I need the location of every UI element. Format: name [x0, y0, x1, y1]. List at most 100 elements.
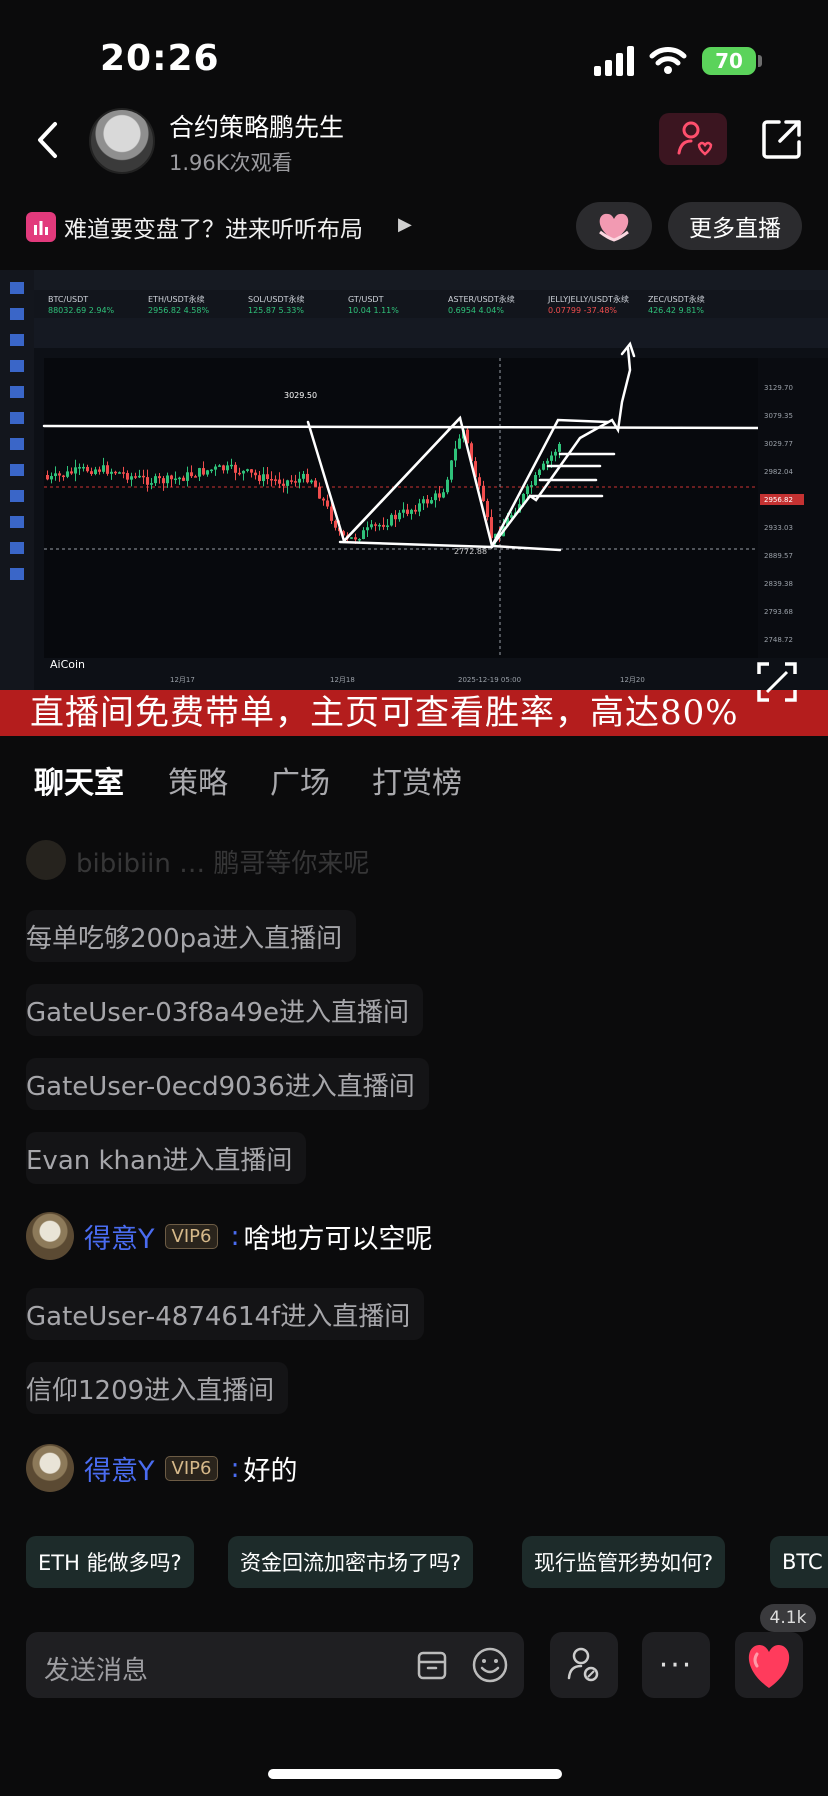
- candle-body: [106, 465, 109, 474]
- host-avatar[interactable]: [89, 108, 155, 174]
- ticker-pair: ZEC/USDT永续: [648, 294, 705, 304]
- candle-body: [458, 438, 461, 449]
- live-video[interactable]: BTC/USDT 88032.69 2.94% ETH/USDT永续 2956.82 …: [0, 270, 828, 736]
- candle-body: [422, 499, 425, 504]
- ticker-pair: SOL/USDT永续: [248, 294, 305, 304]
- candle-body: [150, 483, 153, 485]
- vip-badge: VIP6: [164, 1455, 219, 1481]
- candle-body: [374, 524, 377, 526]
- message-placeholder: 发送消息: [44, 1656, 149, 1686]
- avatar: [26, 840, 66, 880]
- price-label: 3029.77: [764, 440, 793, 448]
- candle-body: [542, 463, 545, 470]
- candle-body: [234, 464, 237, 473]
- candle-body: [438, 493, 441, 498]
- candle-body: [554, 451, 557, 456]
- price-label: 2982.04: [764, 468, 793, 476]
- candle-body: [242, 470, 245, 474]
- candle-body: [314, 480, 317, 487]
- candle-body: [266, 474, 269, 480]
- ticker-pair: JELLYJELLY/USDT永续: [547, 294, 629, 304]
- follow-button[interactable]: [659, 113, 727, 165]
- candle-body: [86, 466, 89, 472]
- more-live-button[interactable]: 更多直播: [668, 202, 802, 250]
- candle-body: [182, 477, 185, 481]
- price-label: 2956.82: [764, 496, 793, 504]
- high-label: 3029.50: [284, 391, 317, 400]
- candle-body: [138, 475, 141, 478]
- suggestion-chip[interactable]: 资金回流加密市场了吗?: [228, 1536, 474, 1588]
- candle-body: [434, 493, 437, 501]
- suggestion-chip[interactable]: ETH 能做多吗?: [26, 1536, 194, 1588]
- tab-square[interactable]: 广场: [270, 758, 330, 802]
- chat-partial-row: bibibiin … 鹏哥等你来呢: [26, 840, 369, 880]
- chat-username[interactable]: 得意Y: [84, 1217, 155, 1256]
- candle-body: [418, 503, 421, 512]
- candle-body: [190, 472, 193, 477]
- candle-body: [158, 476, 161, 479]
- chat-username[interactable]: 得意Y: [84, 1449, 155, 1488]
- candle-body: [414, 509, 417, 512]
- date-label: 12月17: [170, 676, 195, 684]
- candle-body: [334, 520, 337, 528]
- chat-message-user[interactable]: 得意Y VIP6 : 好的: [26, 1442, 298, 1494]
- candle-body: [50, 476, 53, 480]
- candle-body: [110, 471, 113, 474]
- candle-body: [366, 527, 369, 531]
- candle-body: [218, 465, 221, 467]
- candle-body: [358, 539, 361, 541]
- host-name[interactable]: 合约策略鹏先生: [169, 108, 344, 144]
- like-button[interactable]: [735, 1632, 803, 1698]
- share-icon[interactable]: [760, 117, 804, 161]
- aicoin-logo: AiCoin: [50, 658, 85, 671]
- emoji-icon[interactable]: [471, 1646, 509, 1684]
- gift-box-icon[interactable]: [415, 1648, 449, 1682]
- price-label: 2889.57: [764, 552, 793, 560]
- candle-body: [290, 480, 293, 482]
- candle-body: [378, 524, 381, 527]
- tab-strategy[interactable]: 策略: [168, 758, 228, 802]
- back-button[interactable]: [28, 116, 68, 164]
- heart-hands-button[interactable]: [576, 202, 652, 250]
- candle-body: [350, 537, 353, 539]
- date-label: 2025-12-19 05:00: [458, 676, 521, 684]
- candle-body: [310, 480, 313, 483]
- candle-body: [442, 492, 445, 498]
- candle-body: [270, 479, 273, 481]
- fullscreen-icon[interactable]: [755, 660, 799, 704]
- system-message-text: GateUser-03f8a49e进入直播间: [26, 997, 410, 1028]
- candle-body: [142, 475, 145, 478]
- candle-body: [174, 478, 177, 481]
- candle-body: [486, 501, 489, 518]
- candle-body: [74, 467, 77, 474]
- notice-text[interactable]: 难道要变盘了？进来听听布局: [64, 210, 363, 244]
- tab-chatroom[interactable]: 聊天室: [34, 758, 124, 802]
- suggestion-chip[interactable]: BTC: [770, 1536, 828, 1588]
- candle-body: [54, 473, 57, 477]
- chat-message: GateUser-0ecd9036进入直播间: [26, 1058, 429, 1110]
- ticker-pair: BTC/USDT: [48, 295, 88, 304]
- price-label: 2933.03: [764, 524, 793, 532]
- heart-hands-icon: [599, 213, 629, 242]
- avatar[interactable]: [26, 1212, 74, 1260]
- system-message-text: GateUser-0ecd9036进入直播间: [26, 1071, 415, 1102]
- candle-body: [406, 509, 409, 514]
- candle-body: [118, 472, 121, 474]
- candle-body: [398, 512, 401, 520]
- user-badge-icon: [567, 1647, 599, 1682]
- price-label: 2793.68: [764, 608, 793, 616]
- avatar[interactable]: [26, 1444, 74, 1492]
- candle-body: [114, 471, 117, 474]
- candle-body: [278, 479, 281, 484]
- more-options-button[interactable]: ···: [642, 1632, 710, 1698]
- candle-body: [482, 485, 485, 502]
- candle-body: [262, 474, 265, 482]
- user-action-button[interactable]: [550, 1632, 618, 1698]
- tab-reward-board[interactable]: 打赏榜: [372, 758, 462, 802]
- candle-body: [322, 498, 325, 501]
- chat-message-user[interactable]: 得意Y VIP6 : 啥地方可以空呢: [26, 1210, 433, 1262]
- home-indicator[interactable]: [268, 1769, 562, 1779]
- ticker-value: 2956.82 4.58%: [148, 306, 209, 315]
- suggestion-chip[interactable]: 现行监管形势如何?: [522, 1536, 726, 1588]
- candle-body: [454, 448, 457, 461]
